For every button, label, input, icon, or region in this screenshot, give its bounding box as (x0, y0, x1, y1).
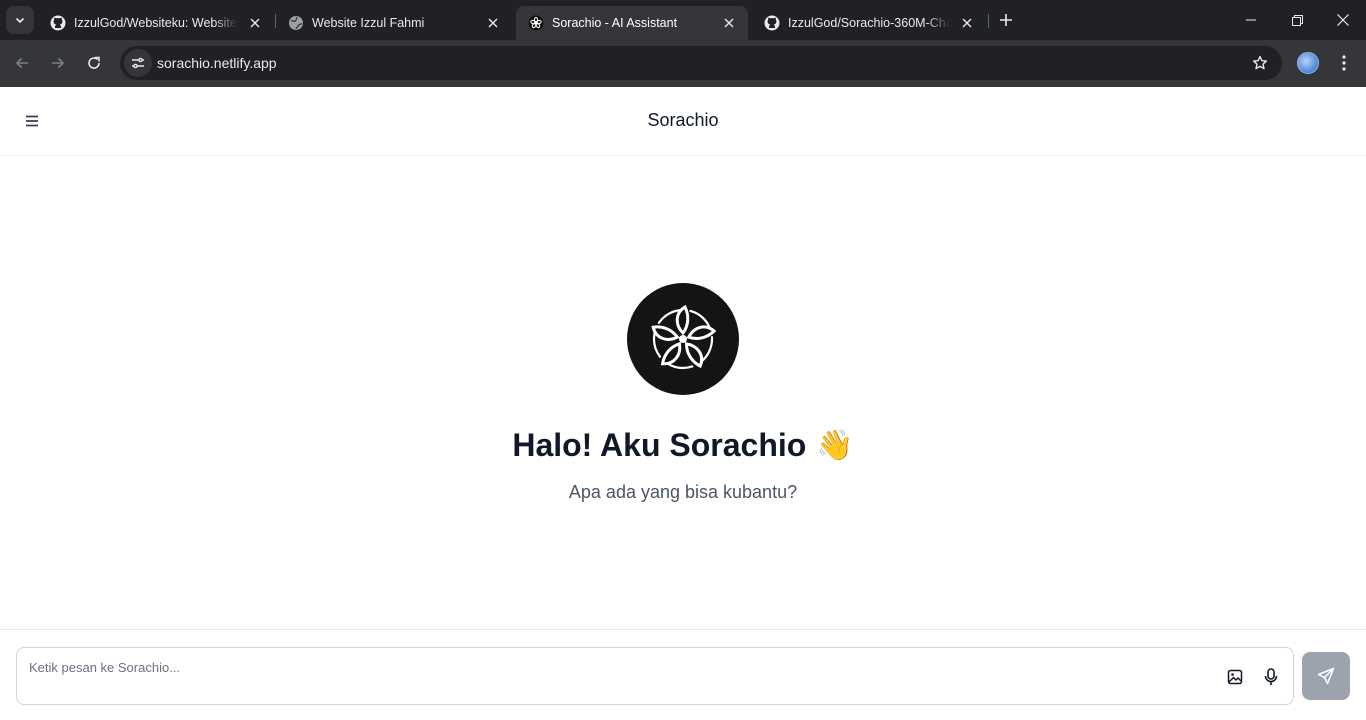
reload-icon (88, 56, 100, 69)
attach-image-button[interactable] (1223, 665, 1247, 689)
window-close-button[interactable] (1320, 0, 1366, 40)
tab-website-izzul-fahmi[interactable]: Website Izzul Fahmi (276, 6, 512, 40)
message-input[interactable] (29, 656, 1209, 678)
greeting-subtitle: Apa ada yang bisa kubantu? (568, 482, 798, 502)
composer-bar (0, 629, 1366, 720)
profile-avatar[interactable] (1297, 52, 1319, 74)
sorachio-logo (627, 283, 739, 395)
browser-tabstrip: IzzulGod/Websiteku: Website Pribadi Webs… (0, 0, 1366, 40)
tab-separator (988, 14, 989, 28)
welcome-section: Halo! Aku Sorachio 👋 Apa ada yang bisa k… (0, 283, 1366, 503)
github-icon (764, 15, 780, 31)
tab-title: Website Izzul Fahmi (312, 16, 425, 30)
sorachio-logo-icon (651, 304, 717, 370)
url-text[interactable]: sorachio.netlify.app (157, 55, 277, 71)
app-title: Sorachio (647, 110, 719, 130)
more-vertical-icon (1342, 55, 1346, 71)
forward-button[interactable] (43, 48, 73, 78)
image-icon (1227, 669, 1243, 685)
wave-emoji: 👋 (816, 428, 854, 462)
chevron-down-icon (15, 17, 25, 24)
voice-input-button[interactable] (1259, 665, 1283, 689)
site-info-button[interactable] (124, 49, 152, 77)
browser-menu-button[interactable] (1332, 50, 1356, 76)
arrow-right-icon (52, 57, 65, 69)
greeting-heading: Halo! Aku Sorachio (512, 427, 807, 463)
tab-title: IzzulGod/Websiteku: Website Pribadi (74, 16, 238, 30)
restore-button[interactable] (1274, 0, 1320, 40)
close-icon (1337, 14, 1349, 26)
tab-websiteku[interactable]: IzzulGod/Websiteku: Website Pribadi (38, 6, 274, 40)
reload-button[interactable] (79, 48, 109, 78)
close-icon[interactable] (246, 14, 264, 32)
tab-search-button[interactable] (6, 6, 34, 34)
close-icon[interactable] (720, 14, 738, 32)
close-icon[interactable] (958, 14, 976, 32)
arrow-left-icon (15, 57, 28, 69)
message-composer (16, 647, 1294, 705)
close-icon[interactable] (484, 14, 502, 32)
microphone-icon (1264, 668, 1278, 685)
send-icon (1317, 667, 1335, 685)
address-bar[interactable]: sorachio.netlify.app (120, 46, 1282, 80)
github-icon (50, 15, 66, 31)
tab-sorachio-360m-chat[interactable]: IzzulGod/Sorachio-360M-Chat (752, 6, 986, 40)
tab-sorachio[interactable]: Sorachio - AI Assistant (516, 6, 748, 40)
star-icon (1252, 55, 1268, 70)
restore-icon (1291, 14, 1303, 26)
globe-icon (288, 15, 304, 31)
tab-title: IzzulGod/Sorachio-360M-Chat (788, 16, 950, 30)
new-tab-button[interactable] (994, 8, 1018, 32)
plus-icon (1000, 14, 1012, 26)
greeting-row: Halo! Aku Sorachio 👋 (0, 427, 1366, 464)
minimize-button[interactable] (1228, 0, 1274, 40)
minimize-icon (1246, 19, 1256, 21)
back-button[interactable] (7, 48, 37, 78)
sorachio-icon (528, 15, 544, 31)
browser-toolbar: sorachio.netlify.app (0, 40, 1366, 87)
tab-title: Sorachio - AI Assistant (552, 16, 678, 30)
tune-icon (132, 57, 144, 69)
bookmark-star-button[interactable] (1250, 53, 1270, 73)
app-header: Sorachio (0, 87, 1366, 156)
send-button[interactable] (1302, 652, 1350, 700)
